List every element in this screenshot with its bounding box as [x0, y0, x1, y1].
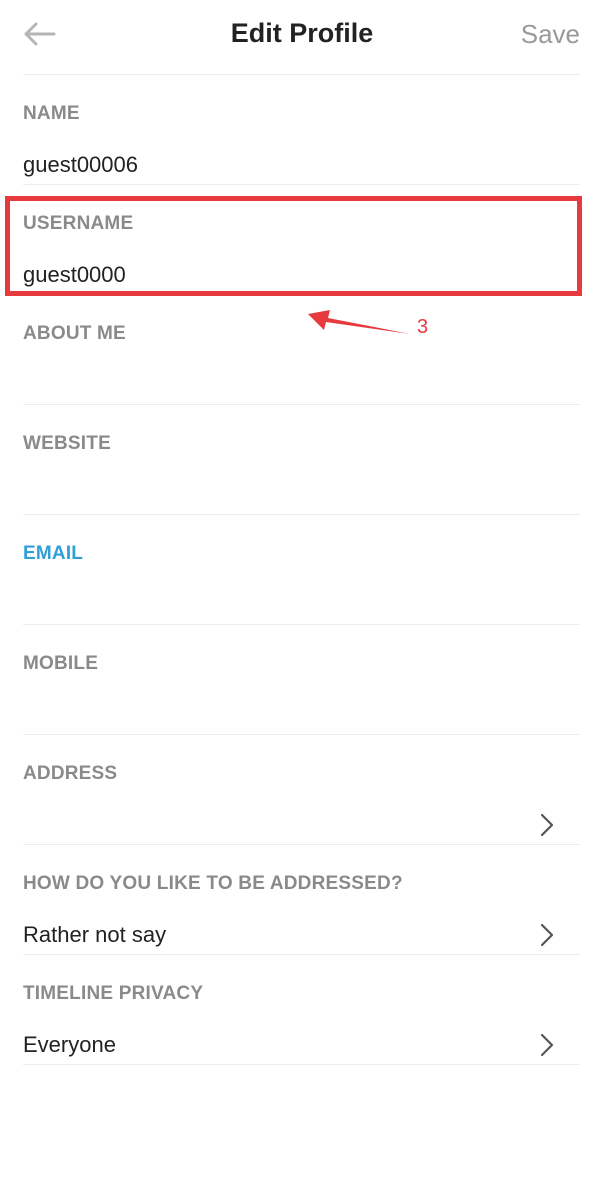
field-email[interactable]: EMAIL: [0, 515, 604, 625]
name-input[interactable]: guest00006: [23, 152, 138, 178]
field-timeline-privacy[interactable]: TIMELINE PRIVACY Everyone: [0, 955, 604, 1065]
field-label: TIMELINE PRIVACY: [23, 983, 204, 1004]
field-label: ABOUT ME: [23, 323, 126, 344]
page-title: Edit Profile: [230, 18, 374, 48]
field-label: EMAIL: [23, 543, 84, 564]
field-label: NAME: [23, 103, 80, 124]
addressed-value[interactable]: Rather not say: [23, 922, 166, 948]
field-address[interactable]: ADDRESS: [0, 735, 604, 845]
field-website[interactable]: WEBSITE: [0, 405, 604, 515]
chevron-right-icon[interactable]: [540, 923, 554, 947]
field-label: ADDRESS: [23, 763, 118, 784]
annotation-arrow-icon: [308, 310, 410, 334]
field-label: MOBILE: [23, 653, 99, 674]
annotation-number: 3: [417, 316, 429, 338]
field-name[interactable]: NAME guest00006: [0, 75, 604, 185]
chevron-right-icon[interactable]: [540, 813, 554, 837]
timeline-privacy-value[interactable]: Everyone: [23, 1032, 116, 1058]
save-button[interactable]: Save: [521, 19, 580, 50]
field-mobile[interactable]: MOBILE: [0, 625, 604, 735]
chevron-right-icon[interactable]: [540, 1033, 554, 1057]
field-addressed[interactable]: HOW DO YOU LIKE TO BE ADDRESSED? Rather …: [0, 845, 604, 955]
divider: [23, 1064, 580, 1065]
field-label: HOW DO YOU LIKE TO BE ADDRESSED?: [23, 873, 403, 894]
header: Edit Profile Save: [0, 0, 604, 75]
field-about-me[interactable]: ABOUT ME: [0, 295, 604, 405]
annotation-highlight-box: [5, 196, 582, 296]
field-label: WEBSITE: [23, 433, 111, 454]
